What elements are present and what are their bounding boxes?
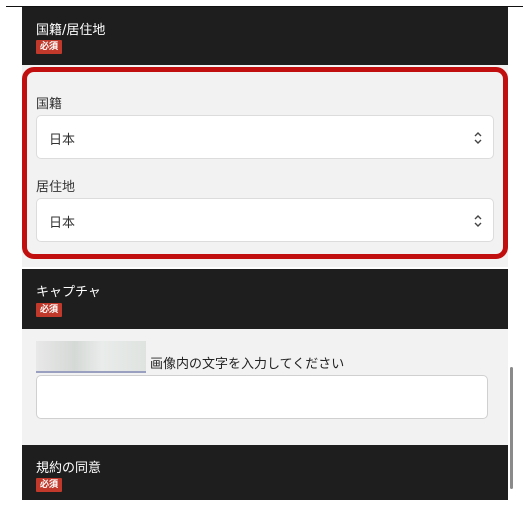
required-badge: 必須 (36, 303, 63, 317)
scrollbar[interactable] (510, 367, 513, 489)
nationality-section-header: 国籍/居住地 必須 (22, 7, 508, 65)
nationality-form-body: 国籍 日本 居住地 日本 (22, 65, 508, 267)
required-badge: 必須 (36, 478, 63, 492)
captcha-section-header: キャプチャ 必須 (22, 269, 508, 329)
form-content: 国籍/居住地 必須 国籍 日本 居住地 日本 キャプチャ 必須 画像内の文字を入… (22, 7, 508, 500)
terms-section-title: 規約の同意 (36, 461, 102, 476)
nationality-select-value: 日本 (49, 133, 76, 148)
captcha-section-title: キャプチャ (36, 285, 101, 300)
nationality-label: 国籍 (36, 97, 63, 112)
captcha-image (36, 341, 146, 373)
terms-section-header: 規約の同意 必須 (22, 445, 508, 500)
nationality-select[interactable]: 日本 (36, 115, 494, 159)
required-badge: 必須 (36, 40, 63, 54)
residence-select-value: 日本 (49, 216, 76, 231)
nationality-section-title: 国籍/居住地 (36, 23, 106, 38)
captcha-instruction: 画像内の文字を入力してください (150, 357, 345, 372)
form-frame: 国籍/居住地 必須 国籍 日本 居住地 日本 キャプチャ 必須 画像内の文字を入… (6, 6, 523, 500)
captcha-input[interactable] (36, 375, 488, 419)
residence-select[interactable]: 日本 (36, 198, 494, 242)
chevron-up-down-icon (474, 215, 482, 227)
chevron-up-down-icon (474, 132, 482, 144)
residence-label: 居住地 (36, 180, 76, 195)
